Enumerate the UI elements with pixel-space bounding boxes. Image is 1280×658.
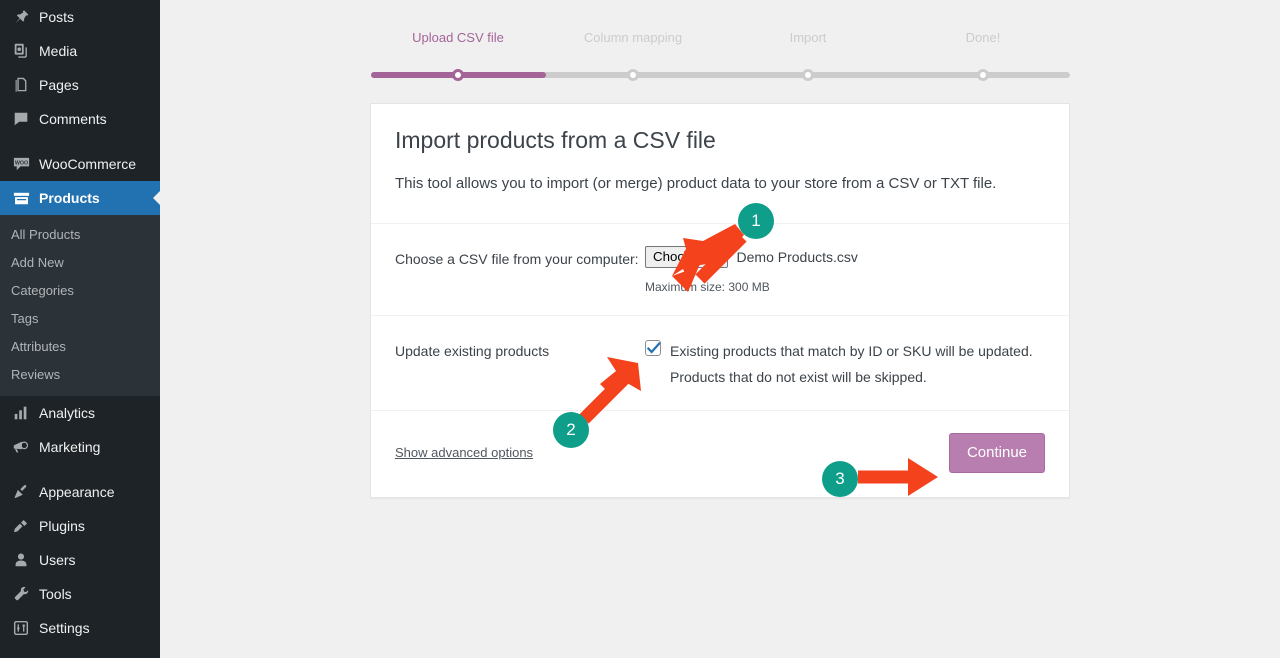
sidebar-item-appearance[interactable]: Appearance [0, 475, 160, 509]
max-size-note: Maximum size: 300 MB [645, 280, 770, 294]
sidebar-group-system: Appearance Plugins Users Tools Settings [0, 475, 160, 645]
sidebar-item-label: Tools [39, 586, 72, 602]
step-dot-upload-csv[interactable] [452, 69, 464, 81]
sidebar-item-add-new[interactable]: Add New [0, 249, 160, 277]
sidebar-item-tools[interactable]: Tools [0, 577, 160, 611]
sidebar-item-label: Users [39, 552, 76, 568]
products-box-icon [11, 188, 31, 208]
update-existing-label: Update existing products [395, 343, 550, 359]
sidebar-item-marketing[interactable]: Marketing [0, 430, 160, 464]
page-title: Import products from a CSV file [395, 127, 716, 153]
choose-file-row: Choose a CSV file from your computer: Ch… [371, 224, 1069, 316]
choose-file-button[interactable]: Choose file [645, 246, 728, 268]
sidebar-item-all-products[interactable]: All Products [0, 221, 160, 249]
sidebar-item-comments[interactable]: Comments [0, 102, 160, 136]
sidebar-item-label: Media [39, 43, 78, 59]
sidebar-item-reviews[interactable]: Reviews [0, 361, 160, 389]
sidebar-separator [0, 464, 160, 475]
step-label-column-mapping[interactable]: Column mapping [584, 30, 682, 46]
sidebar-item-pages[interactable]: Pages [0, 68, 160, 102]
card-header: Import products from a CSV file This too… [371, 104, 1069, 224]
selected-file-name: Demo Products.csv [736, 249, 858, 265]
update-existing-row: Update existing products Existing produc… [371, 316, 1069, 411]
sidebar-item-products[interactable]: Products [0, 181, 160, 215]
sidebar-group-content: Posts Media Pages Comments [0, 0, 160, 136]
sidebar-item-label: Appearance [39, 484, 115, 500]
sidebar-item-settings[interactable]: Settings [0, 611, 160, 645]
import-card: Import products from a CSV file This too… [370, 103, 1070, 498]
sidebar-item-woocommerce[interactable]: WOO WooCommerce [0, 147, 160, 181]
wrench-icon [11, 584, 31, 604]
sidebar-item-label: Pages [39, 77, 79, 93]
checkmark-icon [646, 342, 661, 354]
woocommerce-icon: WOO [11, 154, 31, 174]
admin-sidebar: Posts Media Pages Comments WOO WooCommer… [0, 0, 160, 658]
sidebar-item-label: Products [39, 190, 100, 206]
checkbox-line: Existing products that match by ID or SK… [645, 338, 1045, 390]
sidebar-item-users[interactable]: Users [0, 543, 160, 577]
sidebar-item-label: Analytics [39, 405, 96, 421]
sidebar-item-label: Marketing [39, 439, 101, 455]
sidebar-item-label: Plugins [39, 518, 85, 534]
step-label-import[interactable]: Import [790, 30, 827, 46]
pages-icon [11, 75, 31, 95]
stepper-labels: Upload CSV file Column mapping Import Do… [371, 30, 1070, 54]
sidebar-submenu-products: All Products Add New Categories Tags Att… [0, 215, 160, 396]
card-footer: Show advanced options Continue [371, 411, 1069, 497]
step-dot-import[interactable] [802, 69, 814, 81]
user-icon [11, 550, 31, 570]
main-content: Upload CSV file Column mapping Import Do… [160, 0, 1280, 658]
sidebar-item-tags[interactable]: Tags [0, 305, 160, 333]
paintbrush-icon [11, 482, 31, 502]
card-description: This tool allows you to import (or merge… [395, 175, 997, 192]
sidebar-item-label: Settings [39, 620, 90, 636]
choose-file-field: Choose file Demo Products.csv Maximum si… [645, 246, 1045, 295]
sidebar-item-plugins[interactable]: Plugins [0, 509, 160, 543]
choose-file-label: Choose a CSV file from your computer: [395, 251, 639, 267]
step-label-done[interactable]: Done! [966, 30, 1001, 46]
sidebar-item-label: Posts [39, 9, 75, 25]
show-advanced-options-link[interactable]: Show advanced options [395, 444, 533, 462]
sidebar-item-label: Comments [39, 111, 107, 127]
sidebar-item-analytics[interactable]: Analytics [0, 396, 160, 430]
continue-button[interactable]: Continue [948, 433, 1045, 473]
sidebar-group-analytics: Analytics Marketing [0, 396, 160, 464]
import-stepper: Upload CSV file Column mapping Import Do… [371, 30, 1070, 81]
stepper-track [371, 69, 1070, 81]
sidebar-item-label: WooCommerce [39, 156, 136, 172]
sidebar-group-commerce: WOO WooCommerce Products All Products Ad… [0, 147, 160, 396]
step-dot-column-mapping[interactable] [627, 69, 639, 81]
media-icon [11, 41, 31, 61]
pin-icon [11, 7, 31, 27]
plug-icon [11, 516, 31, 536]
step-dot-done[interactable] [977, 69, 989, 81]
sidebar-item-attributes[interactable]: Attributes [0, 333, 160, 361]
sidebar-separator [0, 136, 160, 147]
step-label-upload-csv[interactable]: Upload CSV file [412, 30, 504, 46]
sliders-icon [11, 618, 31, 638]
update-existing-description: Existing products that match by ID or SK… [670, 343, 1033, 385]
file-input-line: Choose file Demo Products.csv [645, 246, 1045, 268]
svg-text:WOO: WOO [14, 160, 27, 166]
update-existing-checkbox[interactable] [645, 340, 661, 356]
sidebar-item-media[interactable]: Media [0, 34, 160, 68]
comment-icon [11, 109, 31, 129]
sidebar-item-categories[interactable]: Categories [0, 277, 160, 305]
megaphone-icon [11, 437, 31, 457]
bar-chart-icon [11, 403, 31, 423]
sidebar-item-posts[interactable]: Posts [0, 0, 160, 34]
update-existing-field: Existing products that match by ID or SK… [645, 338, 1045, 390]
